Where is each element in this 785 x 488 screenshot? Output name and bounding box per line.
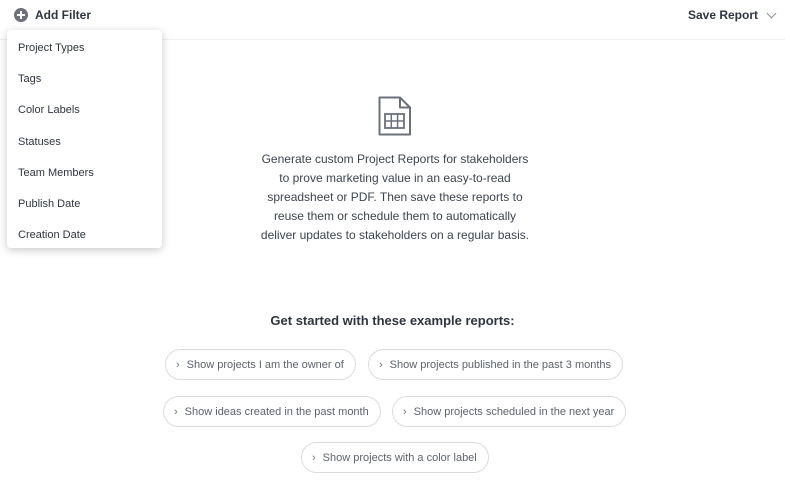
chevron-down-icon xyxy=(766,8,777,18)
filter-option-creation-date[interactable]: Creation Date xyxy=(7,220,162,251)
chevron-right-icon: › xyxy=(176,358,180,371)
save-report-label: Save Report xyxy=(687,8,758,22)
chevron-right-icon: › xyxy=(379,358,383,371)
filter-option-statuses[interactable]: Statuses xyxy=(7,127,162,158)
description-line: Generate custom Project Reports for stak… xyxy=(261,152,529,166)
filter-option-team-members[interactable]: Team Members xyxy=(7,158,162,189)
example-report-label: Show ideas created in the past month xyxy=(184,405,369,418)
example-report-color-label[interactable]: › Show projects with a color label xyxy=(301,442,489,473)
add-filter-button[interactable]: Add Filter xyxy=(14,8,91,22)
save-report-button[interactable]: Save Report xyxy=(687,8,777,22)
add-filter-label: Add Filter xyxy=(35,8,91,22)
example-report-label: Show projects I am the owner of xyxy=(186,358,344,371)
example-report-owner[interactable]: › Show projects I am the owner of xyxy=(165,349,356,380)
filter-dropdown-menu: Project Types Tags Color Labels Statuses… xyxy=(7,30,162,248)
report-description: Generate custom Project Reports for stak… xyxy=(240,150,550,245)
examples-heading: Get started with these example reports: xyxy=(270,313,515,328)
filter-option-publish-date[interactable]: Publish Date xyxy=(7,189,162,220)
filter-option-tags[interactable]: Tags xyxy=(7,64,162,95)
plus-circle-icon xyxy=(14,8,28,22)
chevron-right-icon: › xyxy=(174,405,178,418)
example-report-label: Show projects with a color label xyxy=(322,451,477,464)
example-report-published-3-months[interactable]: › Show projects published in the past 3 … xyxy=(368,349,624,380)
description-line: spreadsheet or PDF. Then save these repo… xyxy=(267,190,523,204)
chevron-right-icon: › xyxy=(312,451,316,464)
chevron-right-icon: › xyxy=(403,405,407,418)
description-line: to prove marketing value in an easy-to-r… xyxy=(279,171,511,185)
example-report-scheduled-next-year[interactable]: › Show projects scheduled in the next ye… xyxy=(392,396,627,427)
example-report-ideas-past-month[interactable]: › Show ideas created in the past month xyxy=(163,396,381,427)
filter-option-project-types[interactable]: Project Types xyxy=(7,33,162,64)
example-report-label: Show projects published in the past 3 mo… xyxy=(389,358,612,371)
description-line: reuse them or schedule them to automatic… xyxy=(273,209,517,223)
filter-option-color-labels[interactable]: Color Labels xyxy=(7,95,162,126)
spreadsheet-icon xyxy=(378,96,411,136)
example-report-label: Show projects scheduled in the next year xyxy=(413,405,615,418)
description-line: deliver updates to stakeholders on a reg… xyxy=(260,228,530,242)
